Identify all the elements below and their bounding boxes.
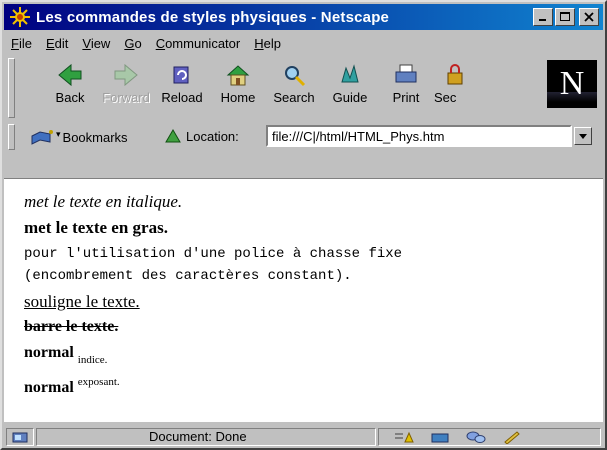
browser-window: Les commandes de styles physiques - Nets…: [0, 0, 607, 450]
security-status-cell[interactable]: [6, 428, 34, 446]
location-grip[interactable]: [8, 124, 15, 150]
search-icon: [285, 66, 306, 87]
toolbar-grip[interactable]: [8, 58, 15, 118]
close-button[interactable]: [579, 8, 599, 26]
page-content: met le texte en italique. met le texte e…: [4, 180, 603, 422]
navigation-toolbar: Back Forward Reload Home Search Guide Pr…: [4, 56, 603, 122]
discussions-tray-icon[interactable]: [465, 430, 487, 444]
status-text: Document: Done: [36, 428, 376, 446]
chevron-down-icon: [579, 133, 587, 139]
menu-help[interactable]: Help: [247, 36, 288, 51]
normal-text: normal: [24, 344, 74, 361]
reload-button[interactable]: Reload: [154, 62, 210, 105]
netscape-logo[interactable]: N: [547, 60, 597, 108]
bookmarks-label: Bookmarks: [62, 129, 128, 145]
menu-communicator[interactable]: Communicator: [149, 36, 248, 51]
navigator-tray-icon[interactable]: [393, 430, 415, 444]
close-icon: [584, 12, 594, 22]
security-icon: [447, 64, 463, 85]
back-arrow-icon: [58, 63, 82, 87]
guide-icon: [341, 64, 359, 83]
print-button[interactable]: Print: [378, 62, 434, 105]
forward-button[interactable]: Forward: [98, 62, 154, 105]
minimize-button[interactable]: [533, 8, 553, 26]
page-proxy-icon[interactable]: [164, 128, 182, 144]
monospace-text-line-2: (encombrement des caractères constant).: [24, 268, 352, 284]
title-bar[interactable]: Les commandes de styles physiques - Nets…: [4, 4, 603, 30]
superscript-text: exposant.: [77, 376, 120, 388]
subscript-text: indice.: [77, 354, 108, 366]
menu-bar: File Edit View Go Communicator Help: [4, 32, 603, 54]
strikethrough-text: barre le texte.: [24, 318, 119, 335]
status-bar: Document: Done: [4, 426, 603, 448]
menu-view[interactable]: View: [75, 36, 117, 51]
bold-text: met le texte en gras.: [24, 218, 168, 237]
location-label: Location:: [164, 128, 239, 144]
menu-go[interactable]: Go: [117, 36, 148, 51]
maximize-icon: [560, 12, 570, 21]
url-history-dropdown[interactable]: [574, 127, 592, 145]
mail-tray-icon[interactable]: [429, 430, 451, 444]
netscape-app-icon: [10, 7, 30, 27]
home-button[interactable]: Home: [210, 62, 266, 105]
security-button[interactable]: Sec: [434, 62, 474, 105]
guide-button[interactable]: Guide: [322, 62, 378, 105]
connection-icon: [12, 432, 28, 443]
superscript-example: normal exposant.: [24, 376, 120, 397]
minimize-icon: [539, 19, 546, 21]
reload-icon: [173, 66, 189, 84]
component-bar: [378, 428, 601, 446]
normal-text: normal: [24, 379, 74, 396]
subscript-example: normal indice.: [24, 344, 107, 366]
bookmark-icon: [31, 130, 53, 145]
italic-text: met le texte en italique.: [24, 192, 183, 211]
forward-arrow-icon: [114, 63, 138, 87]
location-toolbar: ▾ Bookmarks Location: file:///C|/html/HT…: [4, 124, 603, 152]
bookmarks-button[interactable]: ▾ Bookmarks: [30, 128, 128, 146]
location-url-field[interactable]: file:///C|/html/HTML_Phys.htm: [266, 125, 572, 147]
menu-file[interactable]: File: [4, 36, 39, 51]
composer-tray-icon[interactable]: [501, 430, 523, 444]
window-title: Les commandes de styles physiques - Nets…: [36, 8, 390, 26]
underlined-text: souligne le texte.: [24, 292, 140, 311]
window-controls: [533, 8, 599, 26]
print-icon: [395, 64, 417, 83]
search-button[interactable]: Search: [266, 62, 322, 105]
back-button[interactable]: Back: [42, 62, 98, 105]
menu-edit[interactable]: Edit: [39, 36, 75, 51]
monospace-text-line-1: pour l'utilisation d'une police à chasse…: [24, 246, 403, 262]
home-icon: [226, 65, 250, 86]
maximize-button[interactable]: [555, 8, 575, 26]
